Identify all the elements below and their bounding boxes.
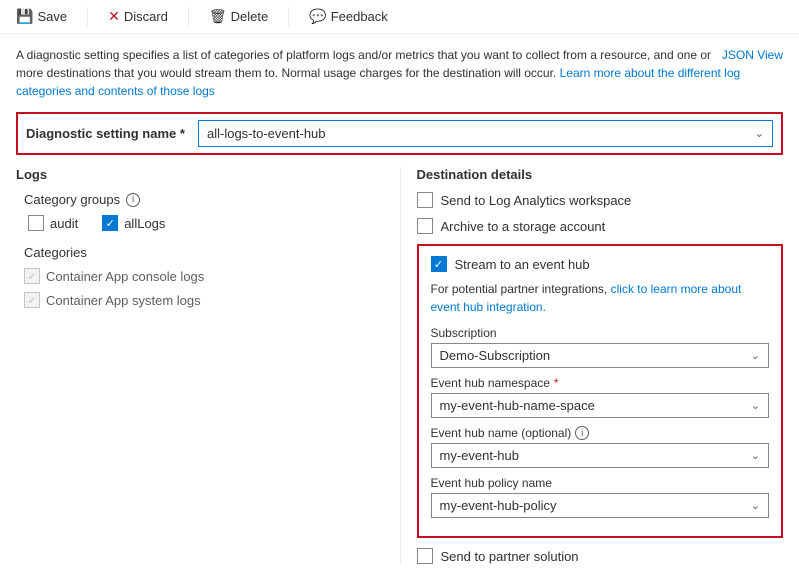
hub-name-label-text: Event hub name (optional) [431,426,572,440]
policy-value: my-event-hub-policy [440,498,557,513]
save-icon: 💾 [16,8,33,25]
category-groups-header: Category groups i [24,192,384,207]
category-groups: Category groups i audit allLogs [16,192,384,231]
category-groups-label: Category groups [24,192,120,207]
category-item-system: Container App system logs [24,292,384,308]
subscription-select[interactable]: Demo-Subscription ⌄ [431,343,770,368]
policy-select[interactable]: my-event-hub-policy ⌄ [431,493,770,518]
event-hub-header: Stream to an event hub [431,256,770,272]
hub-name-select[interactable]: my-event-hub ⌄ [431,443,770,468]
content-area: JSON View A diagnostic setting specifies… [0,34,799,576]
audit-label: audit [50,216,78,231]
feedback-label: Feedback [331,9,388,24]
save-button[interactable]: 💾 Save [12,6,71,27]
namespace-chevron: ⌄ [751,399,760,412]
system-logs-checkbox[interactable] [24,292,40,308]
log-analytics-checkbox[interactable] [417,192,433,208]
event-hub-info: For potential partner integrations, clic… [431,280,770,316]
setting-name-row: Diagnostic setting name * all-logs-to-ev… [16,112,783,155]
destination-title: Destination details [417,167,784,182]
delete-label: Delete [231,9,269,24]
partner-label: Send to partner solution [441,549,579,564]
system-logs-label: Container App system logs [46,293,201,308]
subscription-value: Demo-Subscription [440,348,551,363]
toolbar-divider-2 [188,7,189,27]
discard-button[interactable]: ✕ Discard [104,6,172,27]
category-groups-info-icon[interactable]: i [126,193,140,207]
console-logs-label: Container App console logs [46,269,204,284]
namespace-label: Event hub namespace * [431,376,770,390]
subscription-chevron: ⌄ [751,349,760,362]
namespace-select[interactable]: my-event-hub-name-space ⌄ [431,393,770,418]
hub-name-chevron: ⌄ [751,449,760,462]
description-text: JSON View A diagnostic setting specifies… [16,46,783,100]
namespace-value: my-event-hub-name-space [440,398,595,413]
partner-checkbox[interactable] [417,548,433,564]
hub-name-info-icon[interactable]: i [575,426,589,440]
event-hub-section: Stream to an event hub For potential par… [417,244,784,538]
audit-checkbox-item: audit [28,215,78,231]
main-grid: Logs Category groups i audit allLogs [16,167,783,564]
namespace-field: Event hub namespace * my-event-hub-name-… [431,376,770,418]
namespace-required: * [554,376,559,390]
policy-field: Event hub policy name my-event-hub-polic… [431,476,770,518]
save-label: Save [37,9,67,24]
event-hub-checkbox[interactable] [431,256,447,272]
policy-label: Event hub policy name [431,476,770,490]
all-logs-checkbox[interactable] [102,215,118,231]
discard-label: Discard [124,9,168,24]
log-analytics-option: Send to Log Analytics workspace [417,192,784,208]
toolbar-divider-1 [87,7,88,27]
subscription-field: Subscription Demo-Subscription ⌄ [431,326,770,368]
archive-option: Archive to a storage account [417,218,784,234]
discard-icon: ✕ [108,8,120,25]
left-panel: Logs Category groups i audit allLogs [16,167,400,564]
hub-name-field: Event hub name (optional) i my-event-hub… [431,426,770,468]
hub-name-value: my-event-hub [440,448,519,463]
category-item-console: Container App console logs [24,268,384,284]
subscription-label: Subscription [431,326,770,340]
audit-checkbox[interactable] [28,215,44,231]
partner-option: Send to partner solution [417,548,784,564]
categories-section: Categories Container App console logs Co… [16,245,384,308]
archive-label: Archive to a storage account [441,219,606,234]
delete-button[interactable]: 🗑 Delete [205,6,272,27]
archive-checkbox[interactable] [417,218,433,234]
hub-name-label: Event hub name (optional) i [431,426,770,440]
console-logs-checkbox[interactable] [24,268,40,284]
json-view-link[interactable]: JSON View [722,46,783,64]
event-hub-label: Stream to an event hub [455,257,590,272]
policy-chevron: ⌄ [751,499,760,512]
event-hub-info-text: For potential partner integrations, [431,282,608,296]
logs-section-title: Logs [16,167,384,182]
toolbar-divider-3 [288,7,289,27]
feedback-icon: 💬 [309,8,326,25]
setting-name-label: Diagnostic setting name * [26,126,186,141]
namespace-label-text: Event hub namespace [431,376,550,390]
right-panel: Destination details Send to Log Analytic… [400,167,784,564]
all-logs-label: allLogs [124,216,165,231]
dropdown-chevron: ⌄ [755,127,764,140]
delete-icon: 🗑 [209,8,227,25]
toolbar: 💾 Save ✕ Discard 🗑 Delete 💬 Feedback [0,0,799,34]
log-analytics-label: Send to Log Analytics workspace [441,193,632,208]
all-logs-checkbox-item: allLogs [102,215,165,231]
feedback-button[interactable]: 💬 Feedback [305,6,392,27]
category-checkboxes-row: audit allLogs [24,215,384,231]
categories-label: Categories [24,245,384,260]
diagnostic-setting-value: all-logs-to-event-hub [207,126,326,141]
diagnostic-setting-input[interactable]: all-logs-to-event-hub ⌄ [198,120,773,147]
